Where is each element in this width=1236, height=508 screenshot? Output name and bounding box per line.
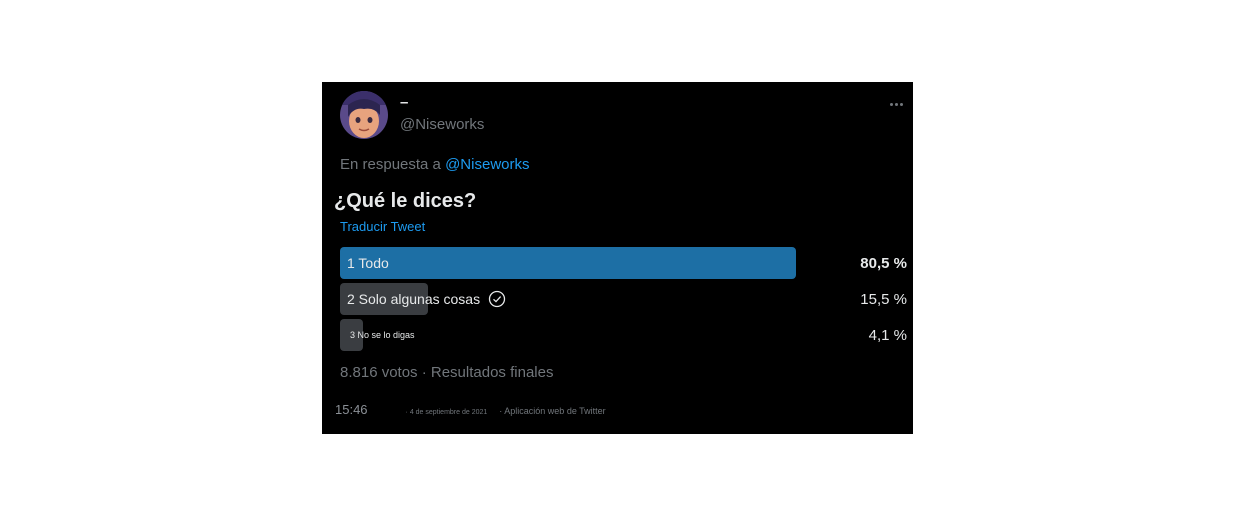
more-horizontal-icon-dot (894, 102, 898, 106)
tweet-date[interactable]: · 4 de septiembre de 2021 (406, 409, 488, 416)
poll-option-label: 3 No se lo digas (350, 330, 415, 340)
poll-summary: 8.816 votos · Resultados finales (340, 364, 554, 381)
poll-option: 3 No se lo digas 4,1 % (340, 319, 907, 351)
poll-option-percent: 15,5 % (860, 290, 907, 308)
reply-context: En respuesta a @Niseworks (340, 156, 529, 173)
user-handle[interactable]: @Niseworks (400, 116, 484, 133)
poll-option-percent: 80,5 % (860, 254, 907, 272)
poll-option-label-row: 2 Solo algunas cosas (347, 283, 506, 315)
tweet-source[interactable]: · Aplicación web de Twitter (499, 406, 605, 416)
reply-mention-link[interactable]: @Niseworks (445, 156, 529, 173)
poll-bar (340, 247, 796, 279)
poll-option-label: 2 Solo algunas cosas (347, 291, 481, 307)
display-name[interactable]: – (400, 94, 408, 111)
tweet-time[interactable]: 15:46 (335, 402, 368, 417)
poll-option-label: 1 Todo (347, 255, 389, 271)
avatar[interactable] (340, 91, 388, 139)
tweet-text: ¿Qué le dices? (334, 190, 477, 212)
avatar-image (340, 91, 388, 139)
reply-prefix: En respuesta a (340, 156, 441, 173)
check-circle-icon (488, 290, 506, 308)
poll-option-label-row: 1 Todo (347, 247, 389, 279)
poll-option: 2 Solo algunas cosas 15,5 % (340, 283, 907, 315)
more-horizontal-icon (889, 102, 893, 106)
more-options-button[interactable] (884, 94, 908, 114)
more-horizontal-icon-dot (899, 102, 903, 106)
translate-tweet-link[interactable]: Traducir Tweet (340, 219, 425, 234)
tweet-card: – @Niseworks En respuesta a @Niseworks ¿… (322, 82, 913, 434)
poll-option-label-row: 3 No se lo digas (350, 319, 415, 351)
tweet-metadata: 15:46 · 4 de septiembre de 2021 · Aplica… (335, 402, 606, 417)
poll-option: 1 Todo 80,5 % (340, 247, 907, 279)
poll-option-percent: 4,1 % (868, 326, 907, 344)
